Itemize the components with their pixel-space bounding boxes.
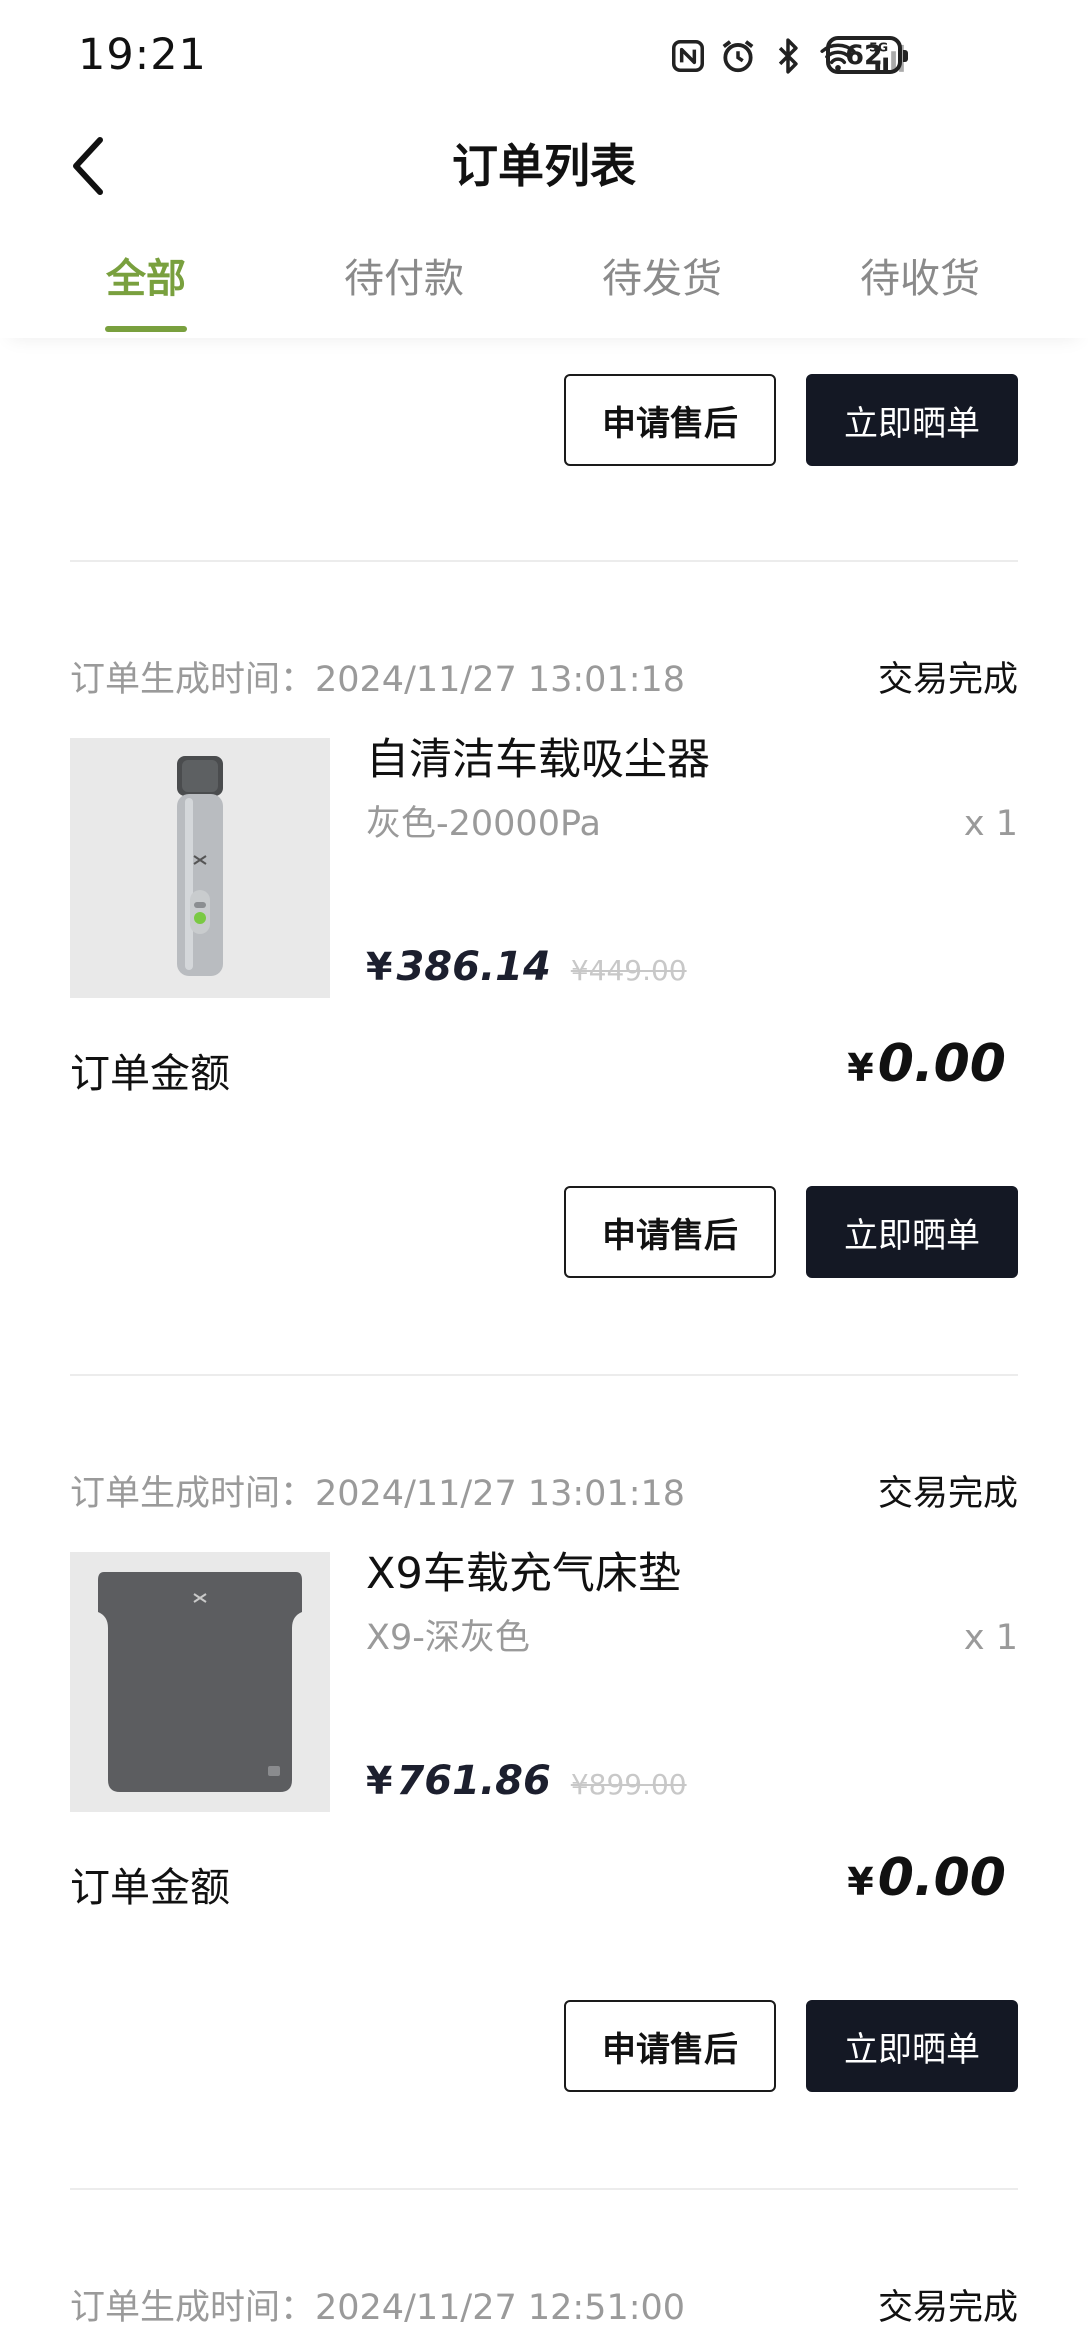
order-amount: ¥ 0.00 (847, 1848, 1006, 1918)
order-status: 交易完成 (877, 660, 1018, 700)
product-name[interactable]: X9车载充气床垫 (366, 1542, 681, 1606)
original-price: ¥449.00 (570, 954, 687, 987)
order-amount: ¥ 0.00 (847, 1034, 1006, 1104)
product-spec: 灰色-20000Pa (366, 804, 601, 844)
product-price: 761.86 (396, 1758, 551, 1804)
product-spec: X9-深灰色 (366, 1618, 530, 1658)
order-amount-label: 订单金额 (70, 1051, 230, 1097)
status-bar: 19:21 5G 62 (0, 0, 1088, 112)
order-card: 订单生成时间：2024/11/27 13:01:18 交易完成 自清洁车载吸尘器… (0, 658, 1088, 1474)
order-amount-value: 0.00 (877, 1034, 1006, 1094)
price-row: ¥ 386.14 ¥449.00 (366, 944, 687, 1000)
order-time: 订单生成时间：2024/11/27 12:51:00 (70, 2288, 686, 2328)
apply-after-sales-button[interactable]: 申请售后 (564, 374, 776, 466)
tab-active-indicator (105, 326, 187, 332)
currency-symbol: ¥ (847, 1860, 874, 1904)
share-review-button[interactable]: 立即晒单 (806, 1186, 1018, 1278)
tab-pending-shipment[interactable]: 待发货 (582, 246, 742, 338)
header: 订单列表 (0, 112, 1088, 222)
tab-all[interactable]: 全部 (66, 246, 226, 338)
alarm-icon (718, 36, 758, 76)
bluetooth-icon (768, 36, 808, 76)
product-image[interactable] (70, 738, 330, 998)
order-list[interactable]: 申请售后 立即晒单 订单生成时间：2024/11/27 13:01:18 交易完… (0, 338, 1088, 2348)
tab-bar: 全部 待付款 待发货 待收货 (0, 222, 1088, 338)
divider (70, 2188, 1018, 2190)
battery-indicator: 62 (826, 36, 908, 74)
product-quantity: x 1 (963, 804, 1018, 844)
order-amount-label: 订单金额 (70, 1865, 230, 1911)
divider (70, 1374, 1018, 1376)
order-card: 订单生成时间：2024/11/27 12:51:00 交易完成 (0, 2286, 1088, 2348)
share-review-button[interactable]: 立即晒单 (806, 2000, 1018, 2092)
order-card: 订单生成时间：2024/11/27 13:01:18 交易完成 X9车载充气床垫… (0, 1472, 1088, 2288)
price-row: ¥ 761.86 ¥899.00 (366, 1758, 687, 1814)
order-time: 订单生成时间：2024/11/27 13:01:18 (70, 1474, 686, 1514)
tab-pending-receipt[interactable]: 待收货 (840, 246, 1000, 338)
status-time: 19:21 (78, 30, 207, 80)
apply-after-sales-button[interactable]: 申请售后 (564, 2000, 776, 2092)
product-image[interactable] (70, 1552, 330, 1812)
product-quantity: x 1 (963, 1618, 1018, 1658)
vacuum-cleaner-image (70, 738, 330, 998)
share-review-button[interactable]: 立即晒单 (806, 374, 1018, 466)
product-name[interactable]: 自清洁车载吸尘器 (366, 728, 710, 792)
currency-symbol: ¥ (366, 945, 393, 989)
air-mattress-image (70, 1552, 330, 1812)
original-price: ¥899.00 (570, 1768, 687, 1801)
order-amount-value: 0.00 (877, 1848, 1006, 1908)
currency-symbol: ¥ (847, 1046, 874, 1090)
order-status: 交易完成 (877, 1474, 1018, 1514)
order-status: 交易完成 (877, 2288, 1018, 2328)
divider (70, 560, 1018, 562)
order-time: 订单生成时间：2024/11/27 13:01:18 (70, 660, 686, 700)
apply-after-sales-button[interactable]: 申请售后 (564, 1186, 776, 1278)
currency-symbol: ¥ (366, 1759, 393, 1803)
page-title: 订单列表 (452, 139, 636, 193)
product-price: 386.14 (396, 944, 551, 990)
nfc-icon (668, 36, 708, 76)
tab-pending-payment[interactable]: 待付款 (324, 246, 484, 338)
